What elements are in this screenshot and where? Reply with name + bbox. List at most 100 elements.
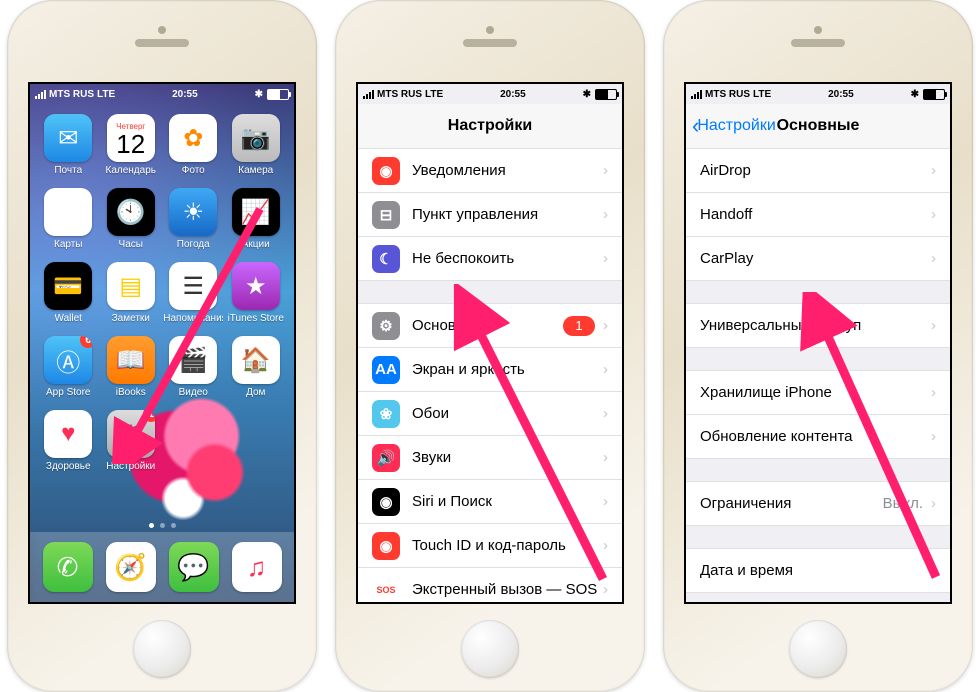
row-value: Выкл. <box>883 495 923 512</box>
app-stocks[interactable]: 📈Акции <box>226 188 287 260</box>
screen-settings: MTS RUS LTE 20:55 ✱ Настройки ◉Уведомлен… <box>356 82 624 604</box>
app-label: Здоровье <box>46 461 91 472</box>
app-ibooks[interactable]: 📖iBooks <box>101 336 162 408</box>
chevron-right-icon: › <box>603 493 608 510</box>
row-label: Основные <box>412 317 563 334</box>
home-button[interactable] <box>133 620 191 678</box>
row-label: Хранилище iPhone <box>700 384 931 401</box>
wallpaper-icon: ❀ <box>372 400 400 428</box>
phone-2-settings: MTS RUS LTE 20:55 ✱ Настройки ◉Уведомлен… <box>330 0 650 692</box>
screen-general: MTS RUS LTE 20:55 ✱ ‹Настройки Основные … <box>684 82 952 604</box>
row-sounds[interactable]: 🔊Звуки› <box>358 436 622 480</box>
row-label: Звуки <box>412 449 603 466</box>
app-reminders[interactable]: ☰Напоминания <box>163 262 224 334</box>
screen-home: MTS RUS LTE 20:55 ✱ ✉ПочтаЧетверг12Кален… <box>28 82 296 604</box>
row-label: Обновление контента <box>700 428 931 445</box>
row-restrictions[interactable]: ОграниченияВыкл.› <box>686 482 950 525</box>
app-label: Заметки <box>112 313 150 324</box>
app-label: Акции <box>242 239 270 250</box>
row-general[interactable]: ⚙Основные1› <box>358 304 622 348</box>
row-display[interactable]: AAЭкран и яркость› <box>358 348 622 392</box>
chevron-right-icon: › <box>603 581 608 598</box>
chevron-right-icon: › <box>603 206 608 223</box>
back-button[interactable]: ‹Настройки <box>692 104 776 148</box>
row-dnd[interactable]: ☾Не беспокоить› <box>358 237 622 280</box>
app-health[interactable]: ♥Здоровье <box>38 410 99 482</box>
app-settings[interactable]: ⚙1Настройки <box>101 410 162 482</box>
app-appstore[interactable]: Ⓐ6App Store <box>38 336 99 408</box>
signal-icon <box>691 90 702 99</box>
row-carplay[interactable]: CarPlay› <box>686 237 950 280</box>
app-photos[interactable]: ✿Фото <box>163 114 224 186</box>
chevron-right-icon: › <box>931 562 936 579</box>
row-siri[interactable]: ◉Siri и Поиск› <box>358 480 622 524</box>
app-videos[interactable]: 🎬Видео <box>163 336 224 408</box>
row-refresh[interactable]: Обновление контента› <box>686 415 950 458</box>
battery-icon <box>595 89 617 100</box>
row-label: Ограничения <box>700 495 883 512</box>
carrier-label: MTS RUS <box>49 89 94 100</box>
app-camera[interactable]: 📷Камера <box>226 114 287 186</box>
app-home[interactable]: 🏠Дом <box>226 336 287 408</box>
row-wallpaper[interactable]: ❀Обои› <box>358 392 622 436</box>
home-button[interactable] <box>461 620 519 678</box>
front-camera <box>158 26 166 34</box>
row-airdrop[interactable]: AirDrop› <box>686 149 950 193</box>
dock-phone[interactable]: ✆ <box>43 542 93 592</box>
dock-messages[interactable]: 💬 <box>169 542 219 592</box>
row-notifications[interactable]: ◉Уведомления› <box>358 149 622 193</box>
dock: ✆ 🧭 💬 ♫ <box>30 532 294 602</box>
row-datetime[interactable]: Дата и время› <box>686 549 950 592</box>
row-touchid[interactable]: ◉Touch ID и код-пароль› <box>358 524 622 568</box>
badge: 6 <box>80 336 92 348</box>
row-label: Универсальный доступ <box>700 317 931 334</box>
row-label: Не беспокоить <box>412 250 603 267</box>
home-button[interactable] <box>789 620 847 678</box>
chevron-right-icon: › <box>931 250 936 267</box>
chevron-right-icon: › <box>931 317 936 334</box>
app-notes[interactable]: ▤Заметки <box>101 262 162 334</box>
row-label: Уведомления <box>412 162 603 179</box>
status-bar: MTS RUS LTE 20:55 ✱ <box>30 84 294 104</box>
row-handoff[interactable]: Handoff› <box>686 193 950 237</box>
row-label: Экстренный вызов — SOS <box>412 581 603 598</box>
row-label: Siri и Поиск <box>412 493 603 510</box>
app-itunes[interactable]: ★iTunes Store <box>226 262 287 334</box>
battery-icon <box>267 89 289 100</box>
phone-1-home: MTS RUS LTE 20:55 ✱ ✉ПочтаЧетверг12Кален… <box>2 0 322 692</box>
sounds-icon: 🔊 <box>372 444 400 472</box>
dock-safari[interactable]: 🧭 <box>106 542 156 592</box>
status-bar: MTS RUS LTE 20:55 ✱ <box>358 84 622 104</box>
app-label: App Store <box>46 387 90 398</box>
back-label: Настройки <box>697 117 775 135</box>
app-mail[interactable]: ✉Почта <box>38 114 99 186</box>
row-control-center[interactable]: ⊟Пункт управления› <box>358 193 622 237</box>
control-center-icon: ⊟ <box>372 201 400 229</box>
calendar-date: 12 <box>116 131 145 157</box>
app-clock[interactable]: 🕙Часы <box>101 188 162 260</box>
chevron-right-icon: › <box>603 162 608 179</box>
app-calendar[interactable]: Четверг12Календарь <box>101 114 162 186</box>
general-list[interactable]: AirDrop›Handoff›CarPlay›Универсальный до… <box>686 148 950 602</box>
app-weather[interactable]: ☀Погода <box>163 188 224 260</box>
chevron-right-icon: › <box>603 405 608 422</box>
app-label: Карты <box>54 239 83 250</box>
app-maps[interactable]: 🗺Карты <box>38 188 99 260</box>
nav-bar: Настройки <box>358 104 622 149</box>
dock-music[interactable]: ♫ <box>232 542 282 592</box>
home-grid: ✉ПочтаЧетверг12Календарь✿Фото📷Камера 🗺Кар… <box>30 108 294 528</box>
chevron-right-icon: › <box>931 162 936 179</box>
status-bar: MTS RUS LTE 20:55 ✱ <box>686 84 950 104</box>
chevron-right-icon: › <box>603 250 608 267</box>
settings-list[interactable]: ◉Уведомления›⊟Пункт управления›☾Не беспо… <box>358 148 622 602</box>
app-label: Камера <box>238 165 273 176</box>
app-wallet[interactable]: 💳Wallet <box>38 262 99 334</box>
row-label: Handoff <box>700 206 931 223</box>
signal-icon <box>363 90 374 99</box>
row-sos[interactable]: SOSЭкстренный вызов — SOS› <box>358 568 622 602</box>
row-storage[interactable]: Хранилище iPhone› <box>686 371 950 415</box>
app-label: Фото <box>182 165 205 176</box>
app-label: Напоминания <box>163 313 223 324</box>
badge: 1 <box>143 410 155 422</box>
row-accessibility[interactable]: Универсальный доступ› <box>686 304 950 347</box>
